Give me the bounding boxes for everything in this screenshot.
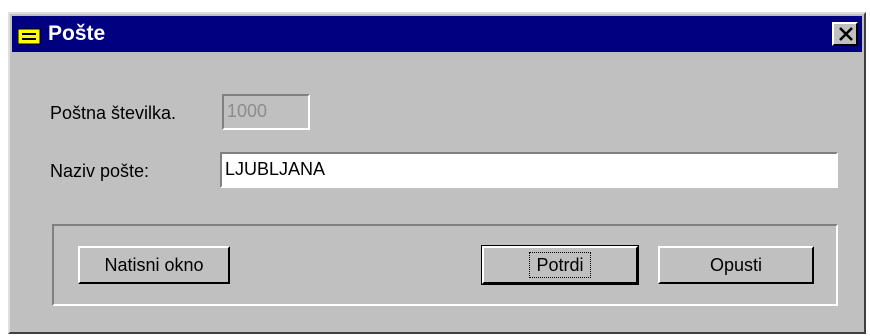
button-group-panel: Natisni okno Potrdi Opusti [52, 224, 838, 306]
close-button[interactable] [832, 22, 858, 46]
confirm-button[interactable]: Potrdi [481, 245, 639, 285]
close-icon [839, 27, 853, 41]
postal-number-field: 1000 [222, 94, 310, 130]
cancel-button[interactable]: Opusti [658, 246, 814, 284]
postal-number-label: Poštna številka. [50, 103, 177, 123]
dialog-window: Pošte Poštna številka. 1000 Naziv pošte:… [8, 12, 866, 334]
post-name-label: Naziv pošte: [50, 161, 150, 181]
form-icon [17, 27, 42, 45]
confirm-button-label: Potrdi [529, 252, 591, 278]
post-name-input[interactable]: LJUBLJANA [220, 152, 838, 188]
print-window-button-label: Natisni okno [104, 255, 204, 275]
cancel-button-label: Opusti [709, 255, 763, 275]
print-window-button[interactable]: Natisni okno [78, 246, 230, 284]
window-title: Pošte [48, 22, 106, 45]
title-bar[interactable]: Pošte [12, 16, 862, 52]
